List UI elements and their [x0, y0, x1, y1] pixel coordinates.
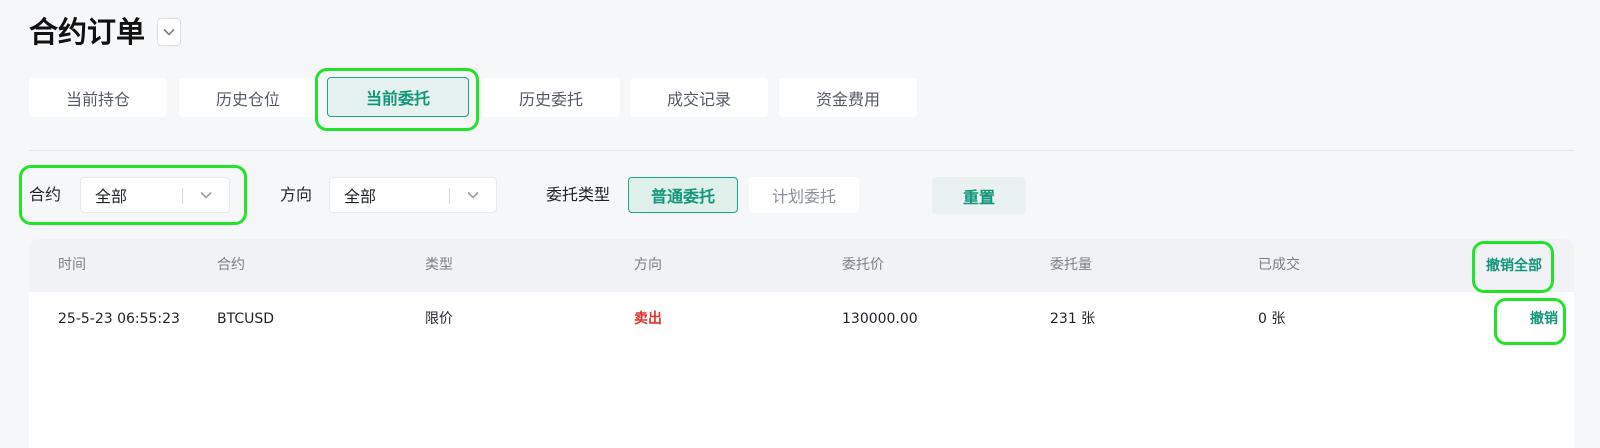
- cancel-all-button[interactable]: 撤销全部: [1486, 256, 1542, 276]
- divider: [29, 150, 1574, 151]
- tab-funding-fees[interactable]: 资金费用: [779, 78, 917, 117]
- page-title: 合约订单: [29, 15, 146, 49]
- column-header-filled: 已成交: [1258, 257, 1300, 273]
- contract-orders-page: 合约订单 当前持仓 历史仓位 当前委托 历史委托 成交记录 资金费用 合约 全部…: [0, 0, 1600, 448]
- contract-select[interactable]: 全部: [80, 177, 230, 213]
- cell-type: 限价: [425, 311, 453, 327]
- table-header: 时间 合约 类型 方向 委托价 委托量 已成交 撤销全部: [29, 239, 1574, 292]
- column-header-contract: 合约: [217, 257, 245, 273]
- chevron-down-icon: [163, 28, 175, 36]
- cell-direction: 卖出: [634, 311, 662, 327]
- order-type-filter-label: 委托类型: [546, 185, 611, 204]
- cell-contract: BTCUSD: [217, 311, 275, 327]
- chevron-down-icon: [467, 191, 479, 199]
- reset-button[interactable]: 重置: [932, 177, 1026, 214]
- column-header-direction: 方向: [634, 257, 662, 273]
- cancel-order-button[interactable]: 撤销: [1530, 309, 1558, 329]
- tab-order-history[interactable]: 历史委托: [482, 78, 620, 117]
- tab-trade-records[interactable]: 成交记录: [630, 78, 768, 117]
- cell-time: 25-5-23 06:55:23: [58, 311, 180, 327]
- tab-open-orders[interactable]: 当前委托: [327, 77, 469, 117]
- cell-price: 130000.00: [842, 311, 918, 327]
- chevron-down-icon: [200, 191, 212, 199]
- order-type-normal-button[interactable]: 普通委托: [628, 177, 738, 213]
- column-header-type: 类型: [425, 257, 453, 273]
- column-header-quantity: 委托量: [1050, 257, 1092, 273]
- cell-filled: 0 张: [1258, 311, 1286, 327]
- direction-select-value: 全部: [344, 187, 377, 206]
- tab-position-history[interactable]: 历史仓位: [179, 78, 317, 117]
- column-header-time: 时间: [58, 257, 86, 273]
- contract-filter-label: 合约: [29, 185, 62, 204]
- tab-current-positions[interactable]: 当前持仓: [29, 78, 167, 117]
- order-type-plan-button[interactable]: 计划委托: [749, 177, 859, 213]
- orders-table: 时间 合约 类型 方向 委托价 委托量 已成交 撤销全部 25-5-23 06:…: [29, 239, 1574, 448]
- direction-filter-label: 方向: [280, 185, 313, 204]
- select-separator: [449, 188, 450, 204]
- title-dropdown-button[interactable]: [157, 18, 181, 46]
- contract-select-value: 全部: [95, 187, 128, 206]
- column-header-price: 委托价: [842, 257, 884, 273]
- select-separator: [182, 188, 183, 204]
- direction-select[interactable]: 全部: [329, 177, 497, 213]
- cell-quantity: 231 张: [1050, 311, 1096, 327]
